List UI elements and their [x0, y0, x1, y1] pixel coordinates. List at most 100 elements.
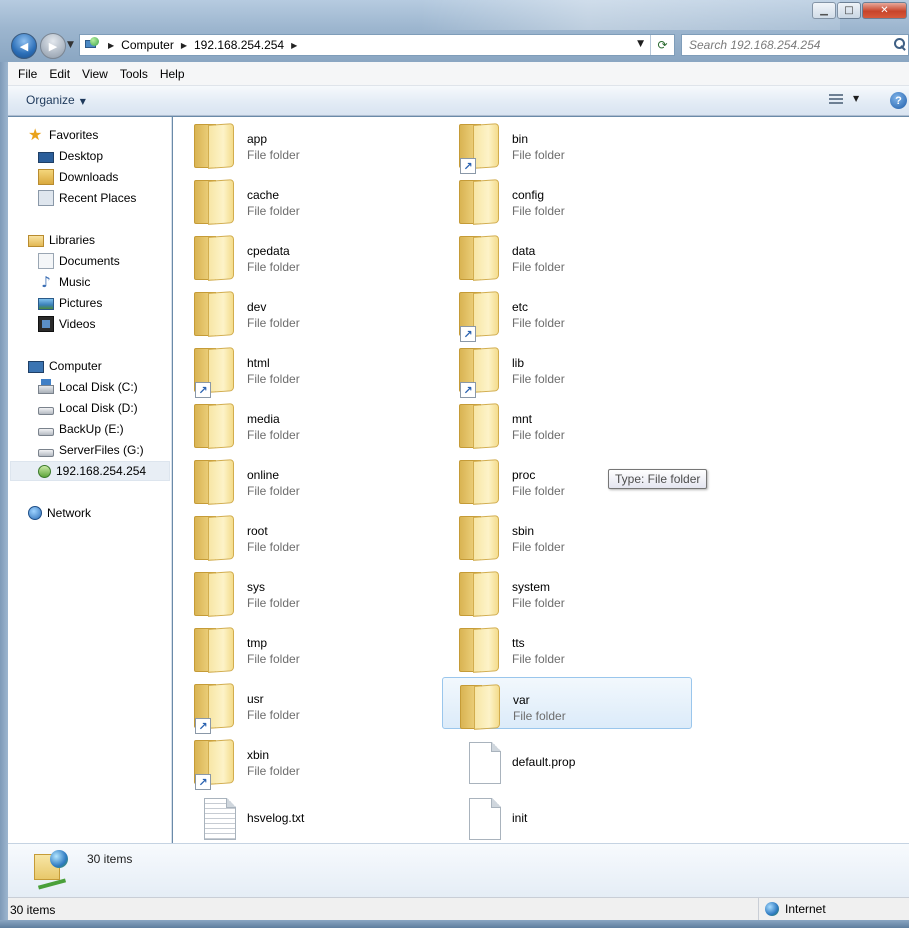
- folder-item[interactable]: var File folder: [442, 677, 692, 730]
- help-button[interactable]: ?: [890, 92, 907, 109]
- item-type: File folder: [512, 484, 565, 498]
- tooltip: Type: File folder: [608, 469, 708, 489]
- item-type: File folder: [247, 428, 300, 442]
- folder-item[interactable]: data File folder: [442, 229, 692, 281]
- menu-help[interactable]: Help: [160, 67, 185, 81]
- maximize-button[interactable]: □: [837, 2, 861, 19]
- item-type: File folder: [247, 260, 300, 274]
- folder-item[interactable]: media File folder: [177, 397, 427, 449]
- breadcrumb-computer[interactable]: Computer: [121, 38, 174, 52]
- sidebar-item-serverfiles-g[interactable]: ServerFiles (G:): [38, 440, 144, 460]
- sidebar-item-computer[interactable]: Computer: [28, 356, 102, 376]
- item-name: proc: [512, 468, 536, 482]
- item-name: mnt: [512, 412, 533, 426]
- back-button[interactable]: ◀: [11, 33, 37, 59]
- sidebar-item-backup-e[interactable]: BackUp (E:): [38, 419, 124, 439]
- menu-tools[interactable]: Tools: [120, 67, 148, 81]
- sidebar-item-network-share[interactable]: 192.168.254.254: [10, 461, 170, 481]
- folder-item[interactable]: ↗ usr File folder: [177, 677, 427, 734]
- folder-item[interactable]: ↗ etc File folder: [442, 285, 692, 342]
- item-name: app: [247, 132, 268, 146]
- search-input[interactable]: Search 192.168.254.254: [681, 34, 909, 56]
- folder-item[interactable]: mnt File folder: [442, 397, 692, 449]
- sidebar-item-documents[interactable]: Documents: [38, 251, 120, 271]
- folder-item[interactable]: dev File folder: [177, 285, 427, 337]
- breadcrumb-separator-icon[interactable]: ▶: [181, 41, 187, 50]
- menu-edit[interactable]: Edit: [49, 67, 70, 81]
- sidebar-item-local-disk-d[interactable]: Local Disk (D:): [38, 398, 138, 418]
- organize-button[interactable]: Organize ▼: [26, 93, 86, 107]
- address-history-dropdown-icon[interactable]: ▼: [637, 39, 644, 49]
- sidebar-item-music[interactable]: ♪ Music: [38, 272, 90, 292]
- item-type: File folder: [512, 428, 565, 442]
- address-bar[interactable]: ▶ Computer ▶ 192.168.254.254 ▶ ▼ ⟳: [79, 34, 675, 56]
- folder-icon: [459, 627, 499, 673]
- folder-item[interactable]: online File folder: [177, 453, 427, 505]
- minimize-button[interactable]: ▁: [812, 2, 836, 19]
- sidebar-item-recent-places[interactable]: Recent Places: [38, 188, 136, 208]
- breadcrumb-separator-icon[interactable]: ▶: [291, 41, 297, 50]
- item-type: File folder: [247, 596, 300, 610]
- sidebar-item-downloads[interactable]: Downloads: [38, 167, 118, 187]
- item-name: online: [247, 468, 280, 482]
- folder-item[interactable]: ↗ html File folder: [177, 341, 427, 398]
- item-name: etc: [512, 300, 529, 314]
- sidebar-item-desktop[interactable]: Desktop: [38, 146, 103, 166]
- folder-item[interactable]: tmp File folder: [177, 621, 427, 673]
- menu-view[interactable]: View: [82, 67, 108, 81]
- folder-item[interactable]: sbin File folder: [442, 509, 692, 561]
- item-type: File folder: [247, 764, 300, 778]
- item-name: sbin: [512, 524, 535, 538]
- security-zone: Internet: [758, 898, 909, 920]
- folder-item[interactable]: tts File folder: [442, 621, 692, 673]
- sidebar-item-favorites[interactable]: ★ Favorites: [28, 125, 98, 145]
- folder-item[interactable]: cache File folder: [177, 173, 427, 225]
- tooltip-text: Type: File folder: [615, 472, 701, 486]
- sidebar-item-label: Local Disk (D:): [59, 401, 138, 415]
- file-item[interactable]: hsvelog.txt: [177, 789, 427, 841]
- sidebar-item-label: 192.168.254.254: [56, 464, 147, 478]
- folder-icon: [194, 459, 234, 505]
- sidebar-item-label: Desktop: [59, 149, 104, 163]
- folder-icon: ↗: [194, 739, 234, 790]
- sidebar-item-local-disk-c[interactable]: Local Disk (C:): [38, 377, 138, 397]
- search-icon[interactable]: [894, 38, 906, 50]
- item-name: data: [512, 244, 536, 258]
- folder-item[interactable]: ↗ bin File folder: [442, 117, 692, 174]
- sidebar-item-label: Network: [47, 506, 92, 520]
- item-type: File folder: [512, 372, 565, 386]
- folder-item[interactable]: ↗ xbin File folder: [177, 733, 427, 790]
- sidebar-item-libraries[interactable]: Libraries: [28, 230, 95, 250]
- folder-item[interactable]: sys File folder: [177, 565, 427, 617]
- sidebar-item-network[interactable]: Network: [28, 503, 91, 523]
- desktop-icon: [38, 151, 54, 163]
- hard-drive-icon: [38, 427, 54, 436]
- folder-item[interactable]: system File folder: [442, 565, 692, 617]
- item-name: media: [247, 412, 280, 426]
- close-button[interactable]: ✕: [862, 2, 907, 19]
- folder-item[interactable]: ↗ lib File folder: [442, 341, 692, 398]
- item-name: var: [513, 693, 530, 707]
- item-name: cpedata: [247, 244, 290, 258]
- sidebar-item-label: Music: [59, 275, 91, 289]
- documents-icon: [38, 253, 54, 269]
- folder-icon: [459, 179, 499, 225]
- breadcrumb-network-share[interactable]: 192.168.254.254: [194, 38, 284, 52]
- change-view-button[interactable]: ▼: [829, 93, 863, 109]
- breadcrumb-separator-icon[interactable]: ▶: [108, 41, 114, 50]
- file-item[interactable]: default.prop: [442, 733, 692, 785]
- sidebar-item-label: ServerFiles (G:): [59, 443, 144, 457]
- menu-file[interactable]: File: [18, 67, 37, 81]
- recent-pages-dropdown-icon[interactable]: ▼: [67, 40, 74, 50]
- folder-item[interactable]: config File folder: [442, 173, 692, 225]
- forward-button[interactable]: ▶: [40, 33, 66, 59]
- folder-item[interactable]: cpedata File folder: [177, 229, 427, 281]
- folder-item[interactable]: app File folder: [177, 117, 427, 169]
- refresh-button[interactable]: ⟳: [650, 35, 674, 55]
- item-type: File folder: [247, 148, 300, 162]
- file-item[interactable]: init: [442, 789, 692, 841]
- hard-drive-icon: [38, 406, 54, 415]
- sidebar-item-pictures[interactable]: Pictures: [38, 293, 102, 313]
- folder-item[interactable]: root File folder: [177, 509, 427, 561]
- sidebar-item-videos[interactable]: Videos: [38, 314, 95, 334]
